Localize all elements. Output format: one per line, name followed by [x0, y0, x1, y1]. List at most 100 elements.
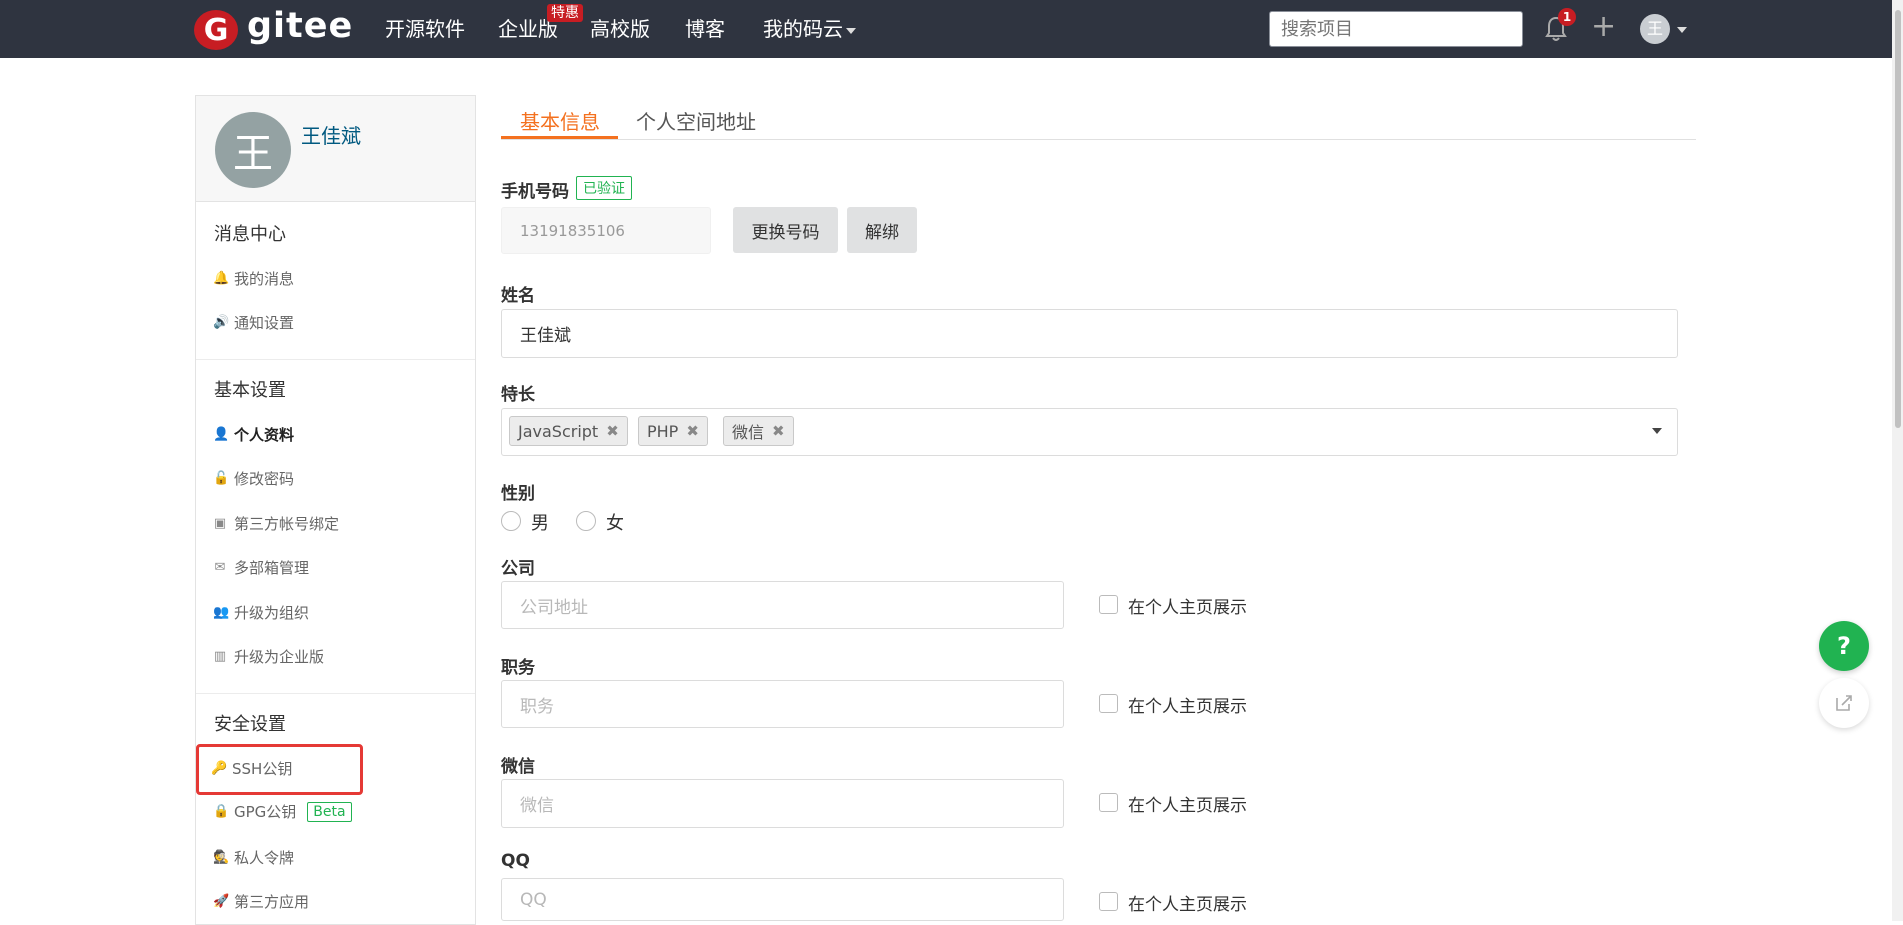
scrollbar-thumb[interactable] [1895, 10, 1901, 428]
users-icon: 👥 [213, 604, 230, 620]
skill-tag-label: 微信 [732, 423, 765, 442]
close-icon[interactable]: ✖ [772, 422, 785, 440]
nav-open-source[interactable]: 开源软件 [385, 17, 465, 41]
user-icon: 👤 [213, 426, 230, 442]
settings-tabs: 基本信息 个人空间地址 [501, 97, 1696, 140]
chevron-down-icon[interactable] [1652, 428, 1662, 434]
close-icon[interactable]: ✖ [686, 422, 699, 440]
sidebar-item-third-party-apps[interactable]: 🚀 第三方应用 [213, 891, 309, 912]
sidebar-item-label: 第三方应用 [234, 893, 310, 911]
sidebar-item-label: 第三方帐号绑定 [234, 515, 340, 533]
ssh-keys-highlight [196, 744, 363, 795]
sidebar-item-gpg-keys[interactable]: 🔒 GPG公钥 Beta [213, 801, 352, 822]
rocket-icon: 🚀 [213, 893, 230, 909]
wechat-field[interactable]: 微信 [501, 779, 1064, 828]
settings-sidebar: 王 王佳斌 消息中心 🔔 我的消息 🔊 通知设置 基本设置 👤 个人资料 🔓 修改密码 … [195, 95, 476, 925]
wechat-label: 微信 [501, 757, 535, 777]
qq-show-label: 在个人主页展示 [1128, 895, 1247, 915]
sidebar-item-upgrade-organization[interactable]: 👥 升级为组织 [213, 602, 309, 623]
sidebar-item-label: 升级为企业版 [234, 648, 325, 666]
lock-icon: 🔒 [213, 803, 230, 819]
gender-female-radio[interactable] [576, 511, 596, 531]
sidebar-item-upgrade-enterprise[interactable]: ▥ 升级为企业版 [213, 646, 324, 667]
unbind-button[interactable]: 解绑 [847, 207, 917, 253]
qq-show-checkbox[interactable] [1099, 892, 1118, 911]
divider [196, 359, 475, 360]
beta-badge: Beta [307, 801, 352, 822]
sidebar-item-my-messages[interactable]: 🔔 我的消息 [213, 268, 294, 289]
phone-field: 13191835106 [501, 207, 711, 254]
sidebar-item-label: 私人令牌 [234, 849, 295, 867]
avatar[interactable]: 王 [1640, 14, 1670, 44]
company-show-checkbox[interactable] [1099, 595, 1118, 614]
group-basic-settings: 基本设置 [214, 380, 286, 401]
user-secret-icon: 🕵 [213, 849, 230, 865]
position-show-label: 在个人主页展示 [1128, 697, 1247, 717]
change-phone-button[interactable]: 更换号码 [733, 207, 838, 253]
sidebar-item-label: GPG公钥 [234, 803, 297, 821]
sidebar-item-label: 我的消息 [234, 270, 295, 288]
wechat-show-checkbox[interactable] [1099, 793, 1118, 812]
active-tab-indicator [501, 136, 618, 139]
help-button[interactable]: ? [1819, 621, 1869, 671]
volume-icon: 🔊 [213, 314, 230, 330]
unlock-icon: 🔓 [213, 470, 230, 486]
qq-field[interactable]: QQ [501, 878, 1064, 921]
avatar[interactable]: 王 [215, 112, 291, 188]
chevron-down-icon [846, 27, 856, 34]
position-field[interactable]: 职务 [501, 680, 1064, 728]
skill-tag-label: JavaScript [518, 421, 599, 441]
plus-icon[interactable]: + [1591, 11, 1616, 43]
sidebar-item-profile[interactable]: 👤 个人资料 [213, 424, 294, 445]
nav-my-gitee-label: 我的码云 [763, 17, 843, 41]
gender-female-label: 女 [606, 513, 624, 534]
contact-card-icon: ▣ [213, 515, 227, 531]
profile-card: 王 王佳斌 [196, 96, 475, 202]
feedback-button[interactable] [1819, 678, 1869, 728]
sidebar-item-email-management[interactable]: ✉ 多部箱管理 [213, 557, 309, 578]
gender-male-label: 男 [531, 513, 549, 534]
tab-personal-space-address[interactable]: 个人空间地址 [636, 106, 756, 135]
gender-label: 性别 [501, 484, 535, 504]
chevron-down-icon[interactable] [1677, 27, 1687, 33]
verified-badge: 已验证 [576, 176, 632, 200]
sidebar-item-change-password[interactable]: 🔓 修改密码 [213, 468, 294, 489]
sidebar-item-label: 多部箱管理 [234, 559, 310, 577]
close-icon[interactable]: ✖ [606, 422, 619, 440]
nav-blog[interactable]: 博客 [685, 17, 725, 41]
sidebar-item-label: 通知设置 [234, 314, 295, 332]
brand-name[interactable]: gitee [247, 6, 353, 46]
skill-tag: JavaScript ✖ [509, 416, 628, 446]
phone-label: 手机号码 [501, 182, 569, 202]
username[interactable]: 王佳斌 [301, 120, 361, 149]
company-label: 公司 [501, 559, 535, 579]
gitee-logo-icon[interactable]: G [194, 10, 238, 50]
sidebar-item-private-tokens[interactable]: 🕵 私人令牌 [213, 847, 294, 868]
company-show-label: 在个人主页展示 [1128, 598, 1247, 618]
top-navbar: G gitee 开源软件 企业版 特惠 高校版 博客 我的码云 1 + 王 [0, 0, 1903, 58]
group-message-center: 消息中心 [214, 224, 286, 245]
position-label: 职务 [501, 658, 535, 678]
position-show-checkbox[interactable] [1099, 694, 1118, 713]
name-field[interactable]: 王佳斌 [501, 309, 1678, 358]
nav-my-gitee[interactable]: 我的码云 [763, 17, 856, 41]
search-input[interactable] [1269, 11, 1523, 47]
notification-count-badge: 1 [1558, 8, 1576, 26]
skill-tag: PHP ✖ [638, 416, 708, 446]
nav-university[interactable]: 高校版 [590, 17, 650, 41]
sidebar-item-notification-settings[interactable]: 🔊 通知设置 [213, 312, 294, 333]
building-icon: ▥ [213, 648, 227, 664]
external-edit-icon [1836, 695, 1852, 711]
skills-label: 特长 [501, 385, 535, 405]
skill-tag: 微信 ✖ [723, 416, 794, 446]
skill-tag-label: PHP [647, 421, 679, 441]
company-field[interactable]: 公司地址 [501, 581, 1064, 629]
gender-male-radio[interactable] [501, 511, 521, 531]
divider [196, 693, 475, 694]
tab-basic-info[interactable]: 基本信息 [520, 106, 600, 135]
qq-label: QQ [501, 851, 530, 871]
bell-icon: 🔔 [213, 270, 230, 286]
sidebar-item-third-party-binding[interactable]: ▣ 第三方帐号绑定 [213, 513, 339, 534]
wechat-show-label: 在个人主页展示 [1128, 796, 1247, 816]
sidebar-item-label: 个人资料 [234, 426, 295, 444]
